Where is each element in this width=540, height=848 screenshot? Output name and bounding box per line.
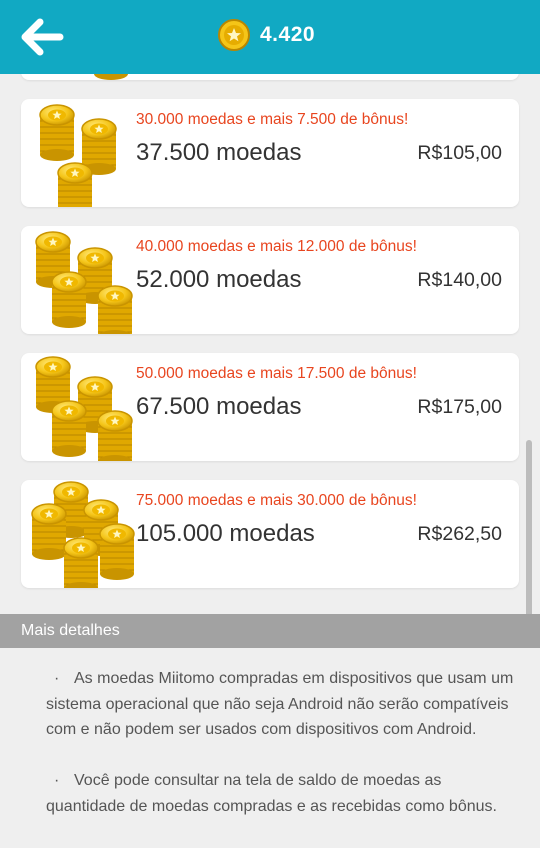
details-text: As moedas Miitomo compradas em dispositi… [46, 670, 514, 738]
details-paragraph: · Você pode consultar na tela de saldo de… [46, 768, 516, 819]
balance-value: 4.420 [260, 23, 316, 46]
bonus-text: 50.000 moedas e mais 17.500 de bônus! [136, 365, 417, 382]
arrow-left-icon [21, 18, 64, 56]
details-paragraph: · As moedas Miitomo compradas em disposit… [46, 666, 516, 743]
coin-amount: 105.000 moedas [136, 520, 315, 547]
bonus-text: 40.000 moedas e mais 12.000 de bônus! [136, 238, 417, 255]
offer-card[interactable]: 75.000 moedas e mais 30.000 de bônus! 10… [21, 480, 519, 588]
coin-stack-icon [35, 231, 133, 334]
coin-amount: 67.500 moedas [136, 393, 302, 420]
coin-stack-icon [39, 104, 117, 207]
details-text: Você pode consultar na tela de saldo de … [46, 772, 497, 815]
bonus-text: 75.000 moedas e mais 30.000 de bônus! [136, 492, 417, 509]
back-button[interactable] [14, 12, 70, 62]
price: R$105,00 [417, 142, 502, 164]
details-section: · As moedas Miitomo compradas em disposit… [0, 648, 540, 848]
details-title: Mais detalhes [21, 622, 120, 639]
offer-card[interactable]: 30.000 moedas e mais 7.500 de bônus! 37.… [21, 99, 519, 207]
top-bar: 4.420 [0, 0, 540, 74]
coin-stack-icon [93, 74, 129, 80]
bullet: · [54, 670, 60, 687]
offer-card[interactable]: 50.000 moedas e mais 17.500 de bônus! 67… [21, 353, 519, 461]
offer-card-partial[interactable] [21, 74, 519, 80]
star-coin-icon [218, 19, 250, 51]
coin-balance: 4.420 [218, 17, 315, 53]
details-header: Mais detalhes [0, 614, 540, 648]
coin-stack-icon [35, 356, 133, 461]
coin-amount: 37.500 moedas [136, 139, 302, 166]
coin-amount: 52.000 moedas [136, 266, 302, 293]
price: R$140,00 [417, 269, 502, 291]
bullet: · [54, 772, 60, 789]
offer-list[interactable]: 30.000 moedas e mais 7.500 de bônus! 37.… [0, 74, 540, 614]
price: R$175,00 [417, 396, 502, 418]
price: R$262,50 [417, 523, 502, 545]
coin-stack-icon [31, 481, 135, 588]
bonus-text: 30.000 moedas e mais 7.500 de bônus! [136, 111, 409, 128]
offer-card[interactable]: 40.000 moedas e mais 12.000 de bônus! 52… [21, 226, 519, 334]
